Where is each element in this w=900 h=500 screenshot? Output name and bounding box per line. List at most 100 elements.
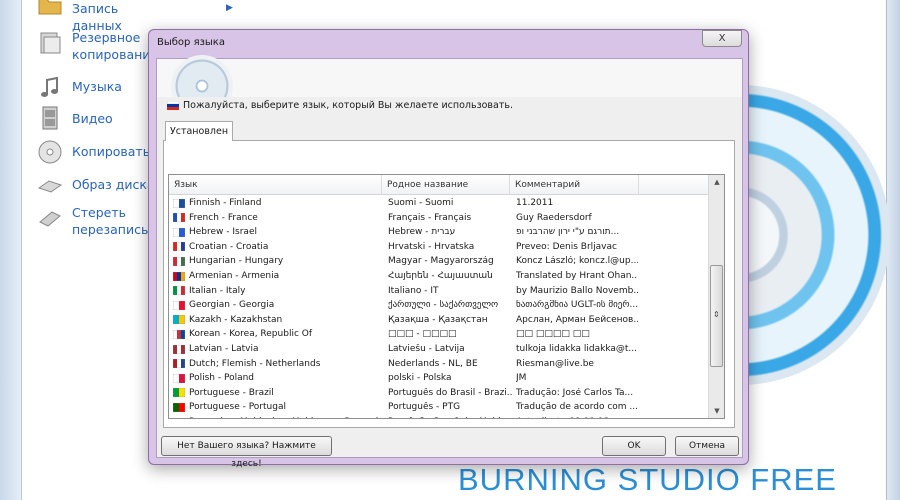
music-note-icon: [41, 76, 58, 97]
language-name: Romanian; Moldavian; Moldovan - Romania: [189, 417, 383, 418]
list-header: Язык Родное название Комментарий: [169, 175, 709, 195]
flag-icon: [173, 388, 185, 398]
comment-cell: □□ □□□□ □□: [516, 329, 590, 340]
hint-text: Пожалуйста, выберите язык, который Вы же…: [167, 100, 513, 111]
native-name-cell: Italiano - IT: [388, 285, 439, 296]
native-name-cell: Հայերեն - Հայաստան: [388, 271, 493, 281]
language-cell: Dutch; Flemish - Netherlands: [173, 359, 383, 369]
dialog-header-band: [157, 55, 742, 97]
chevron-right-icon: ▶: [226, 3, 233, 13]
close-button[interactable]: X: [702, 30, 742, 47]
eraser-icon: [39, 211, 61, 227]
language-row[interactable]: Latvian - Latvia Latviešu - Latvija tulkoj…: [169, 343, 639, 358]
language-name: Croatian - Croatia: [189, 241, 269, 252]
language-cell: Croatian - Croatia: [173, 242, 383, 252]
hint-label: Пожалуйста, выберите язык, который Вы же…: [183, 100, 513, 111]
native-name-cell: Português do Brasil - Brazi...: [388, 387, 512, 398]
sidebar-item-erase[interactable]: Стереть перезаписыв: [36, 204, 158, 238]
sidebar-item-music[interactable]: Музыка: [36, 74, 122, 102]
flag-icon: [173, 315, 185, 325]
flag-icon: [173, 359, 185, 369]
language-cell: Georgian - Georgia: [173, 300, 383, 310]
language-row[interactable]: Kazakh - Kazakhstan Қазақша - Қазақстан Ар…: [169, 314, 639, 329]
scroll-thumb[interactable]: ⇕: [710, 265, 723, 367]
language-row[interactable]: Korean - Korea, Republic Of □□□ - □□□□ □□ …: [169, 328, 639, 343]
flag-icon: [173, 344, 185, 354]
native-name-cell: Português - PTG: [388, 402, 461, 413]
sidebar-item-disc-image[interactable]: Образ диска: [36, 170, 155, 198]
app-brand-logo: BURNING STUDIO FREE: [458, 462, 837, 497]
tab-installed[interactable]: Установлен: [165, 121, 233, 141]
language-row[interactable]: Dutch; Flemish - Netherlands Nederlands -…: [169, 358, 639, 373]
language-row[interactable]: Croatian - Croatia Hrvatski - Hrvatska Pre…: [169, 241, 639, 256]
comment-cell: Actualizat - 11.11.12: [516, 417, 638, 418]
dialog-client-area: Пожалуйста, выберите язык, который Вы же…: [156, 55, 743, 469]
language-cell: Armenian - Armenia: [173, 271, 383, 281]
language-cell: Portuguese - Brazil: [173, 388, 383, 398]
scroll-up-arrow-icon[interactable]: ▲: [709, 175, 724, 189]
language-name: Italian - Italy: [189, 285, 246, 296]
flag-icon: [173, 242, 185, 252]
language-cell: Hungarian - Hungary: [173, 256, 383, 266]
language-row[interactable]: Hungarian - Hungary Magyar - Magyarország…: [169, 255, 639, 270]
sidebar-item-label: перезаписыв: [72, 222, 159, 237]
film-icon: [42, 106, 58, 130]
column-header-language[interactable]: Язык: [169, 175, 382, 195]
language-row[interactable]: Hebrew - Israel Hebrew - עברית תורגם ע"י י…: [169, 226, 639, 241]
language-row[interactable]: Georgian - Georgia ქართული - საქართველო ნა…: [169, 299, 639, 314]
language-cell: French - France: [173, 213, 383, 223]
comment-cell: JM: [516, 373, 527, 384]
flag-icon: [173, 286, 185, 296]
flag-icon: [173, 256, 185, 266]
language-cell: Italian - Italy: [173, 286, 383, 296]
column-header-native-name[interactable]: Родное название: [382, 175, 510, 195]
native-name-cell: Қазақша - Қазақстан: [388, 314, 488, 325]
missing-language-button[interactable]: Нет Вашего языка? Нажмите здесь!: [161, 436, 332, 469]
native-name-cell: Hrvatski - Hrvatska: [388, 241, 475, 252]
native-name-cell: Hebrew - עברית: [388, 227, 456, 238]
app-window-left-border: [0, 0, 22, 500]
language-row[interactable]: Finnish - Finland Suomi - Suomi 11.2011: [169, 197, 639, 212]
comment-cell: tulkoja lidakka lidakka@t...: [516, 344, 637, 354]
language-row[interactable]: Portuguese - Portugal Português - PTG Trad…: [169, 401, 639, 416]
native-name-cell: Latviešu - Latvija: [388, 344, 465, 354]
language-row[interactable]: French - France Français - Français Guy Ra…: [169, 212, 639, 227]
language-name: Korean - Korea, Republic Of: [189, 329, 313, 340]
native-name-cell: Română - România; Moldova: [388, 417, 512, 418]
disc-copy-icon: [38, 140, 62, 164]
language-row[interactable]: Polish - Poland polski - Polska JM: [169, 372, 639, 387]
scroll-down-arrow-icon[interactable]: ▼: [709, 404, 724, 418]
language-name: French - France: [189, 212, 258, 223]
sidebar-item-label: Образ диска: [72, 177, 155, 192]
language-row[interactable]: Armenian - Armenia Հայերեն - Հայաստան Tran…: [169, 270, 639, 285]
native-name-cell: Magyar - Magyarország: [388, 256, 494, 267]
language-name: Dutch; Flemish - Netherlands: [189, 358, 321, 369]
language-name: Portuguese - Brazil: [189, 387, 274, 398]
comment-cell: Translated by Hrant Ohan...: [516, 271, 638, 281]
native-name-cell: polski - Polska: [388, 373, 452, 384]
sidebar-item-video[interactable]: Видео: [36, 104, 113, 132]
language-name: Portuguese - Portugal: [189, 402, 286, 413]
language-row[interactable]: Romanian; Moldavian; Moldovan - Romania R…: [169, 416, 639, 418]
comment-cell: Tradução de acordo com ...: [516, 402, 638, 413]
language-row[interactable]: Italian - Italy Italiano - IT by Maurizio …: [169, 285, 639, 300]
language-row[interactable]: Portuguese - Brazil Português do Brasil -…: [169, 387, 639, 402]
ok-button[interactable]: OK: [602, 436, 666, 456]
flag-icon: [173, 402, 185, 412]
sidebar-item-label: Музыка: [72, 79, 122, 94]
sidebar-item-label: Видео: [72, 111, 113, 126]
language-list[interactable]: Язык Родное название Комментарий Finnish…: [168, 174, 725, 419]
sidebar-item-label: Копировать: [72, 144, 151, 159]
language-dialog: Выбор языка X Пожалуйста, выберите язык,…: [148, 29, 749, 469]
flag-icon: [173, 417, 185, 418]
cancel-button[interactable]: Отмена: [675, 436, 739, 456]
flag-icon: [173, 213, 185, 223]
comment-cell: Riesman@live.be: [516, 358, 594, 369]
column-header-comment[interactable]: Комментарий: [510, 175, 639, 195]
language-name: Georgian - Georgia: [189, 300, 275, 311]
sidebar-item-copy[interactable]: Копировать: [36, 138, 150, 166]
sidebar-item-label: копирование: [72, 47, 159, 62]
scroll-grip-icon: ⇕: [713, 310, 720, 319]
vertical-scrollbar[interactable]: ▲ ⇕ ▼: [708, 175, 724, 418]
sidebar-item-backup[interactable]: Резервное копирование: [36, 29, 158, 63]
